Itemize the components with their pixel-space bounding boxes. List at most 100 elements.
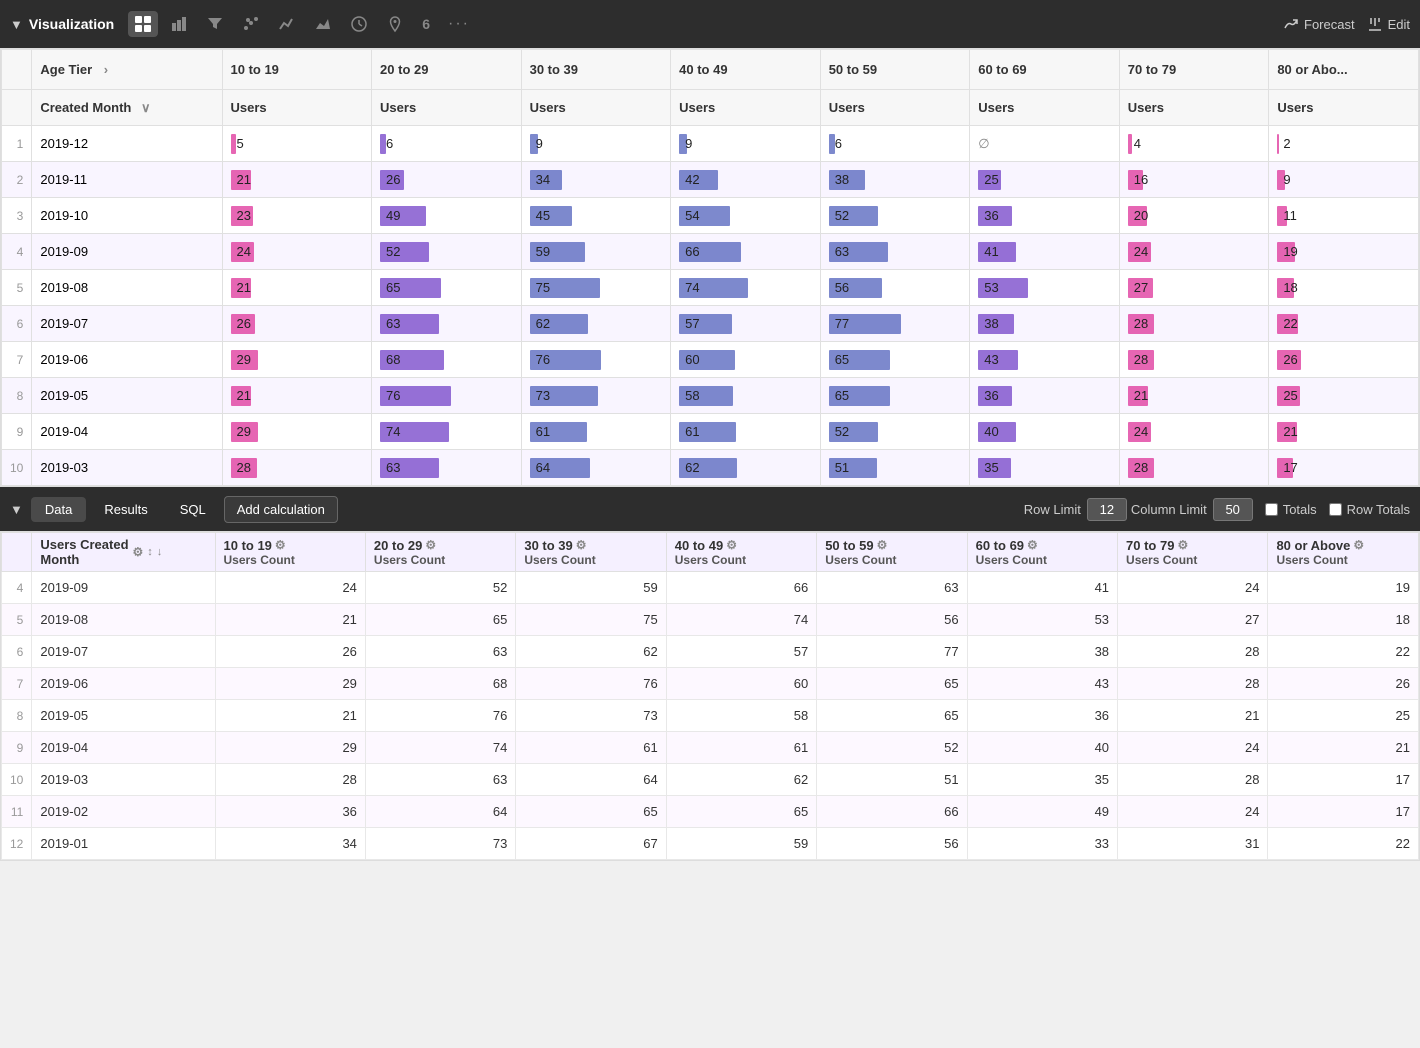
data-tab[interactable]: Data [31,497,86,522]
users-subheader-6: Users [1119,90,1269,126]
results-col-gear-3[interactable]: ⚙ [726,538,737,552]
results-col-header-0: 10 to 19 ⚙ Users Count [215,533,365,572]
row-number-cell: 10 [2,450,32,486]
results-value-cell: 65 [817,700,967,732]
area-chart-btn[interactable] [308,11,338,37]
results-col-gear-4[interactable]: ⚙ [877,538,888,552]
value-cell: 64 [521,450,671,486]
value-cell: 66 [671,234,821,270]
results-value-cell: 67 [516,828,666,860]
clock-icon [350,15,368,33]
results-table: Users CreatedMonth ⚙ ↕ ↓ 10 to 19 ⚙ User… [1,532,1419,860]
results-col-gear-2[interactable]: ⚙ [576,538,587,552]
forecast-btn[interactable]: Forecast [1283,16,1355,32]
value-cell: 53 [970,270,1120,306]
value-cell: 62 [671,450,821,486]
map-btn[interactable] [380,11,410,37]
value-cell: 29 [222,414,372,450]
results-date-cell: 2019-01 [32,828,215,860]
results-value-cell: 35 [967,764,1117,796]
date-cell: 2019-08 [32,270,222,306]
date-cell: 2019-12 [32,126,222,162]
table-row: 82019-052176735865362125 [2,700,1419,732]
number-btn[interactable]: 6 [416,12,436,36]
value-cell: 58 [671,378,821,414]
results-month-sort-icon[interactable]: ↕ [147,546,153,558]
results-value-cell: 25 [1268,700,1419,732]
totals-label[interactable]: Totals [1283,502,1317,517]
results-col-gear-1[interactable]: ⚙ [425,538,436,552]
date-cell: 2019-04 [32,414,222,450]
value-cell: 28 [1119,450,1269,486]
created-month-header[interactable]: Created Month ∨ [32,90,222,126]
scatter-btn[interactable] [236,11,266,37]
results-value-cell: 75 [516,604,666,636]
value-cell: 21 [222,162,372,198]
value-cell: 21 [222,270,372,306]
row-number-cell: 2 [2,162,32,198]
bar-chart-btn[interactable] [164,11,194,37]
results-value-cell: 77 [817,636,967,668]
value-cell: 24 [1119,414,1269,450]
results-col-gear-0[interactable]: ⚙ [275,538,286,552]
value-cell: 74 [372,414,522,450]
row-number-cell: 6 [2,306,32,342]
value-cell: 28 [1119,342,1269,378]
users-subheader-7: Users [1269,90,1419,126]
results-col-gear-5[interactable]: ⚙ [1027,538,1038,552]
value-cell: 56 [820,270,970,306]
line-icon [278,15,296,33]
results-value-cell: 28 [1118,764,1268,796]
col-limit-input[interactable] [1213,498,1253,521]
col-limit-group: Column Limit [1131,498,1253,521]
table-view-btn[interactable] [128,11,158,37]
value-cell: 43 [970,342,1120,378]
row-number-cell: 8 [2,378,32,414]
data-panel-arrow[interactable]: ▼ [10,502,23,517]
value-cell: 74 [671,270,821,306]
results-col-gear-7[interactable]: ⚙ [1353,538,1364,552]
totals-group: Totals [1265,502,1317,517]
value-cell: 26 [372,162,522,198]
value-cell: 18 [1269,270,1419,306]
add-calculation-btn[interactable]: Add calculation [224,496,338,523]
table-row: 102019-032863646251352817 [2,450,1419,486]
table-row: 82019-052176735865362125 [2,378,1419,414]
results-value-cell: 58 [666,700,816,732]
sql-tab[interactable]: SQL [166,497,220,522]
results-tab[interactable]: Results [90,497,161,522]
totals-checkbox[interactable] [1265,503,1278,516]
value-cell: 65 [820,378,970,414]
line-chart-btn[interactable] [272,11,302,37]
results-value-cell: 21 [215,700,365,732]
age-tier-header[interactable]: Age Tier › [32,50,222,90]
results-date-cell: 2019-07 [32,636,215,668]
results-value-cell: 41 [967,572,1117,604]
results-value-cell: 60 [666,668,816,700]
row-num-header [2,50,32,90]
results-month-gear-icon[interactable]: ⚙ [133,545,144,559]
results-value-cell: 51 [817,764,967,796]
table-row: 72019-062968766065432826 [2,668,1419,700]
row-totals-group: Row Totals [1329,502,1410,517]
clock-btn[interactable] [344,11,374,37]
filter-btn[interactable] [200,11,230,37]
table-row: 22019-11212634423825169 [2,162,1419,198]
more-btn[interactable]: ··· [442,11,476,37]
value-cell: 54 [671,198,821,234]
users-subheader-5: Users [970,90,1120,126]
results-month-asc-icon[interactable]: ↓ [157,546,163,558]
row-totals-checkbox[interactable] [1329,503,1342,516]
users-subheader-0: Users [222,90,372,126]
value-cell: 38 [970,306,1120,342]
results-col-gear-6[interactable]: ⚙ [1177,538,1188,552]
edit-btn[interactable]: Edit [1367,16,1410,32]
results-value-cell: 17 [1268,796,1419,828]
results-value-cell: 73 [365,828,515,860]
value-cell: 77 [820,306,970,342]
row-totals-label[interactable]: Row Totals [1347,502,1410,517]
value-cell: 11 [1269,198,1419,234]
dropdown-arrow[interactable]: ▼ [10,17,23,32]
row-limit-input[interactable] [1087,498,1127,521]
value-cell: 40 [970,414,1120,450]
